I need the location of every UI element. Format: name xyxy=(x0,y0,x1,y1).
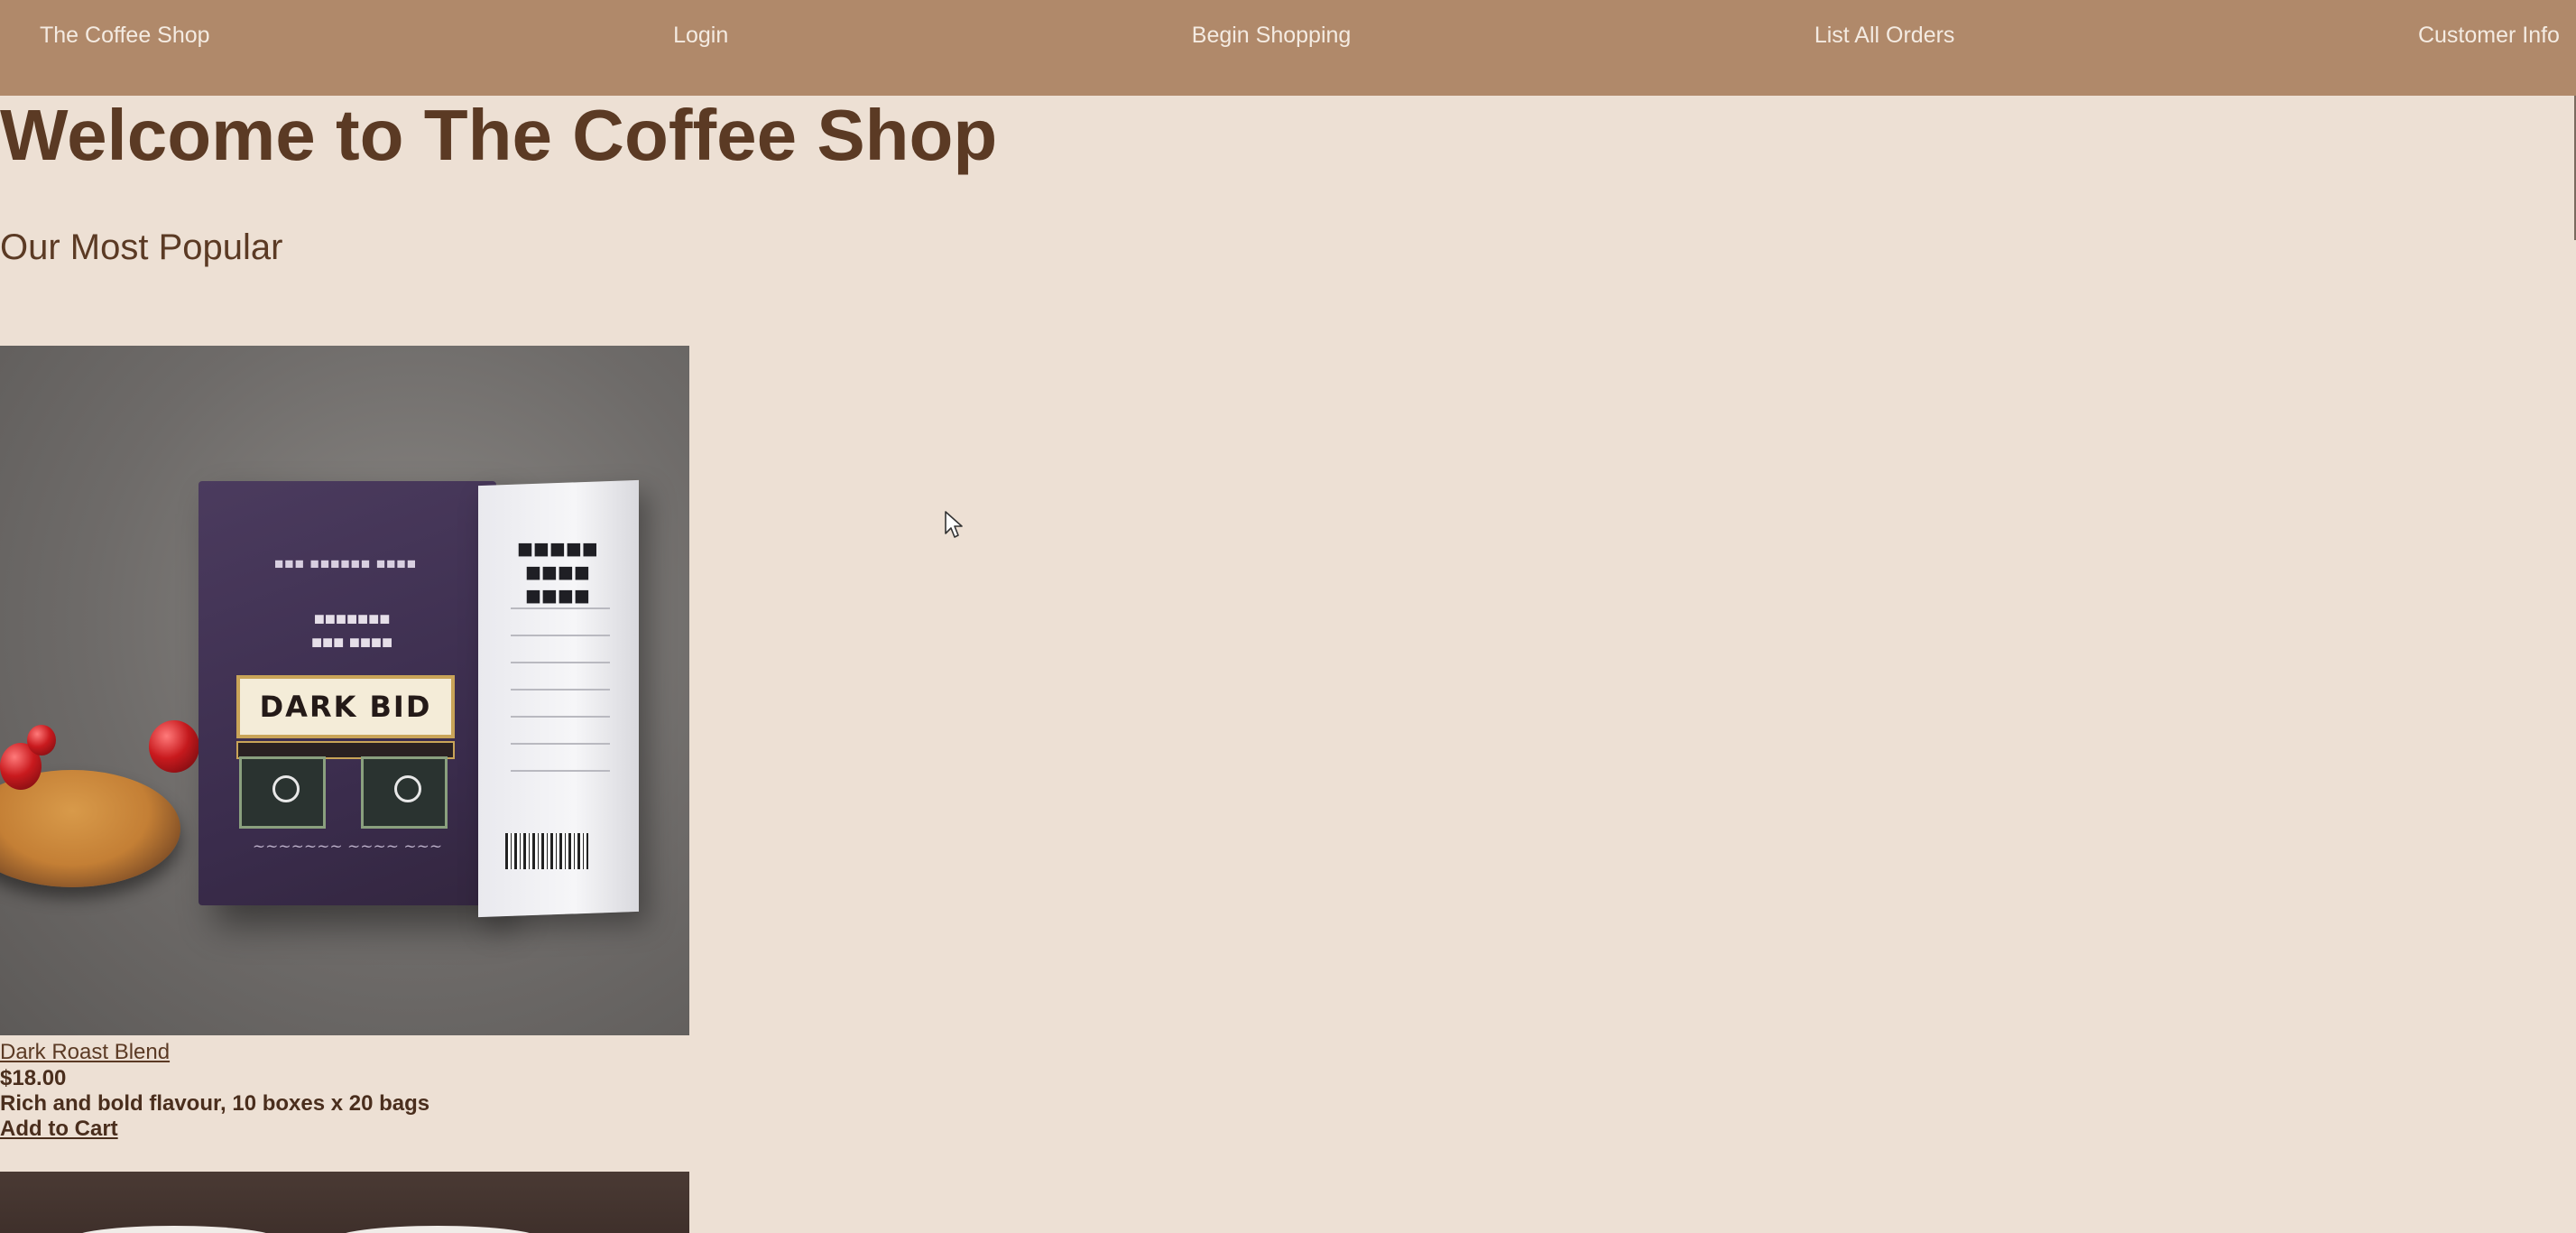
coffee-cherry-graphic xyxy=(27,725,56,756)
product-description: Rich and bold flavour, 10 boxes x 20 bag… xyxy=(0,1091,430,1116)
product-name-link[interactable]: Dark Roast Blend xyxy=(0,1040,170,1065)
box-decoration-text: ■■■■■■■ ■■■ ■■■■ xyxy=(310,609,393,653)
product-image[interactable]: ■■■ ■■■■■■ ■■■■ ■■■■■■■ ■■■ ■■■■ DARK BID… xyxy=(0,346,689,1035)
nav-list-orders-link[interactable]: List All Orders xyxy=(1814,23,1955,49)
cup-graphic xyxy=(70,1226,278,1233)
page-title: Welcome to The Coffee Shop xyxy=(0,95,998,175)
barcode-icon xyxy=(505,833,588,869)
coffee-cherry-graphic xyxy=(149,720,199,773)
top-navbar: The Coffee Shop Login Begin Shopping Lis… xyxy=(0,0,2576,96)
nav-login-link[interactable]: Login xyxy=(673,23,728,49)
box-decoration-text: ~~~~~~~ ~~~~ ~~~ xyxy=(252,838,443,856)
nav-brand-link[interactable]: The Coffee Shop xyxy=(40,23,210,49)
box-side-lines xyxy=(511,607,610,797)
cup-graphic xyxy=(334,1226,541,1233)
section-title: Our Most Popular xyxy=(0,227,283,267)
add-to-cart-link[interactable]: Add to Cart xyxy=(0,1117,118,1142)
next-product-image[interactable] xyxy=(0,1172,689,1233)
nav-customer-info-link[interactable]: Customer Info xyxy=(2418,23,2560,49)
box-emblem-icon xyxy=(361,756,448,829)
mouse-pointer-icon xyxy=(945,511,963,538)
nav-begin-shopping-link[interactable]: Begin Shopping xyxy=(1192,23,1352,49)
box-decoration-text: ■■■ ■■■■■■ ■■■■ xyxy=(274,555,417,572)
box-label: DARK BID xyxy=(236,675,455,738)
box-emblem-icon xyxy=(239,756,326,829)
box-side-title: ■■■■■ ■■■■ ■■■■ xyxy=(517,539,598,606)
product-price: $18.00 xyxy=(0,1066,67,1090)
